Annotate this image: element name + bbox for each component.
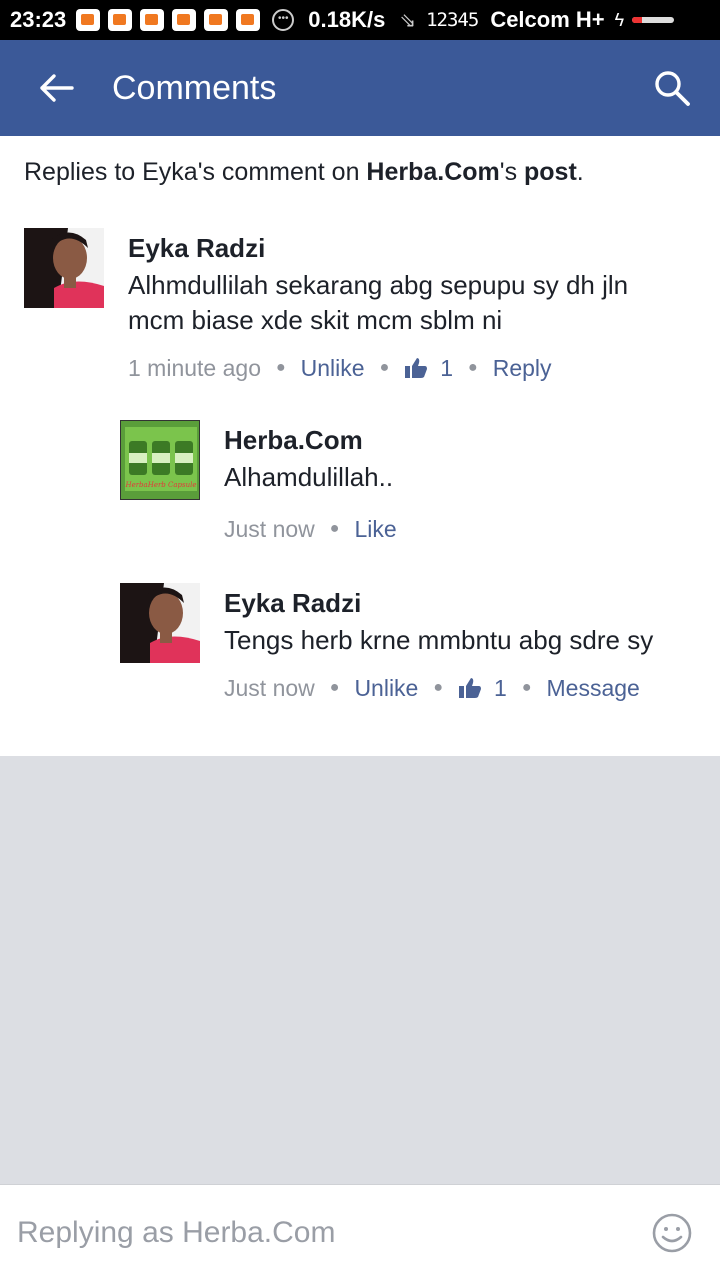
separator-dot: ● — [468, 359, 478, 376]
notification-icon — [172, 9, 197, 31]
like-count-value: 1 — [494, 674, 507, 701]
like-count[interactable]: 1 — [458, 675, 507, 702]
comment-text: Alhamdulillah.. — [224, 462, 394, 492]
signal-numbers: 12345 — [426, 9, 479, 31]
more-notifications-icon: ••• — [272, 9, 295, 31]
separator-dot: ● — [329, 520, 340, 537]
thumbs-up-icon — [405, 358, 428, 378]
status-bar: 23:23 ••• 0.18K/s ⇘ 12345 Celcom H+ ϟ — [0, 0, 720, 40]
avatar[interactable] — [24, 228, 104, 308]
message-button[interactable]: Message — [547, 675, 640, 702]
search-button[interactable] — [624, 40, 720, 136]
person-photo-icon — [24, 228, 104, 308]
context-suffix: 's — [499, 158, 525, 186]
reply-input[interactable] — [0, 1184, 624, 1280]
unlike-button[interactable]: Unlike — [301, 355, 365, 382]
comment-text: Tengs herb krne mmbntu abg sdre sy — [224, 625, 654, 655]
app-bar: Comments — [0, 40, 720, 136]
context-end: . — [576, 158, 584, 186]
comment-meta: Just now ● Like — [224, 511, 684, 547]
avatar[interactable] — [120, 583, 200, 663]
like-count[interactable]: 1 — [404, 355, 453, 382]
network-speed: 0.18K/s — [308, 7, 386, 32]
separator-dot: ● — [275, 359, 286, 376]
comments-panel: Replies to Eyka's comment on Herba.Com's… — [0, 136, 720, 756]
person-photo-icon — [120, 583, 200, 663]
back-button[interactable] — [0, 40, 112, 136]
context-prefix: Replies to Eyka's comment on — [24, 158, 367, 186]
comment-author[interactable]: Eyka Radzi — [224, 583, 684, 623]
context-page-link[interactable]: Herba.Com — [366, 158, 499, 186]
comment-author[interactable]: Herba.Com — [224, 420, 684, 460]
back-arrow-icon — [40, 74, 74, 102]
signal-icon: ⇘ — [399, 9, 417, 32]
notification-icon — [140, 9, 165, 31]
separator-dot: ● — [379, 359, 390, 376]
reply-context: Replies to Eyka's comment on Herba.Com's… — [24, 158, 584, 187]
comment-time: Just now — [224, 515, 315, 542]
separator-dot: ● — [521, 679, 532, 696]
avatar[interactable]: HerbaHerb Capsule — [120, 420, 200, 500]
comment-time: 1 minute ago — [128, 354, 261, 381]
product-photo-icon: HerbaHerb Capsule — [121, 421, 199, 499]
reply-composer — [0, 1184, 720, 1280]
comment-meta: Just now ● Unlike ● 1 ● Message — [224, 670, 684, 706]
charging-icon: ϟ — [614, 9, 625, 30]
smiley-icon — [652, 1213, 692, 1252]
notification-icon — [204, 9, 229, 31]
like-count-value: 1 — [440, 354, 454, 381]
comment-time: Just now — [224, 674, 315, 701]
notification-icon — [76, 9, 101, 31]
comment-meta: 1 minute ago ● Unlike ● 1 ● Reply — [128, 350, 688, 386]
unlike-button[interactable]: Unlike — [354, 675, 418, 702]
comment-author[interactable]: Eyka Radzi — [128, 228, 688, 268]
comment-text: Alhmdullilah sekarang abg sepupu sy dh j… — [128, 270, 629, 335]
like-button[interactable]: Like — [354, 516, 396, 543]
notification-icon — [236, 9, 261, 31]
notification-icon — [108, 9, 133, 31]
thumbs-up-icon — [459, 678, 482, 698]
battery-icon — [632, 17, 675, 23]
comment-body: Herba.Com Alhamdulillah.. Just now ● Lik… — [224, 420, 684, 547]
context-post-link[interactable]: post — [524, 158, 577, 186]
product-caption: HerbaHerb Capsule — [124, 481, 196, 489]
reply-button[interactable]: Reply — [493, 355, 552, 382]
search-icon — [655, 71, 690, 106]
status-time: 23:23 — [10, 7, 67, 32]
carrier-name: Celcom H+ — [490, 7, 605, 32]
separator-dot: ● — [433, 679, 444, 696]
sticker-button[interactable] — [624, 1185, 720, 1280]
separator-dot: ● — [329, 679, 340, 696]
page-title: Comments — [112, 68, 277, 107]
comment-body: Eyka Radzi Alhmdullilah sekarang abg sep… — [128, 228, 688, 386]
comment-body: Eyka Radzi Tengs herb krne mmbntu abg sd… — [224, 583, 684, 706]
